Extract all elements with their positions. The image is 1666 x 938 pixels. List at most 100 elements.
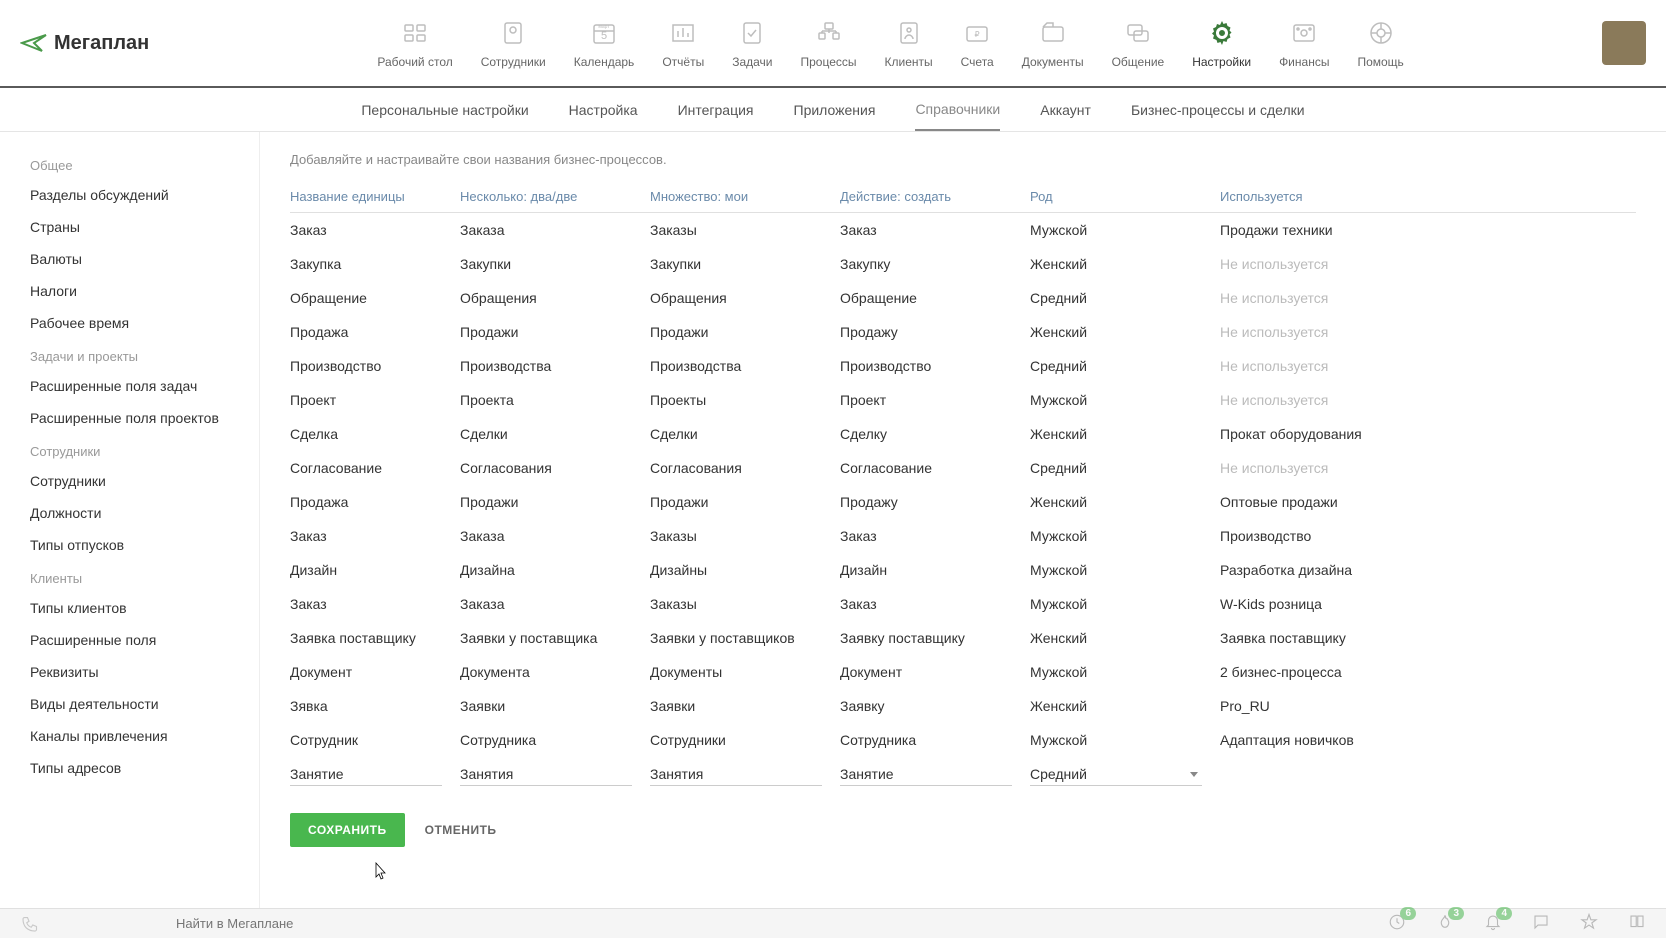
col-Действие: создать[interactable]: Действие: создать — [840, 189, 1030, 204]
subtab-Аккаунт[interactable]: Аккаунт — [1040, 90, 1091, 130]
sidebar-item-Расширенные поля[interactable]: Расширенные поля — [0, 624, 259, 656]
edit-cell[interactable]: Занятия — [650, 766, 822, 786]
edit-cell[interactable] — [1220, 775, 1362, 778]
edit-cell[interactable]: Занятия — [460, 766, 632, 786]
sidebar-item-Виды деятельности[interactable]: Виды деятельности — [0, 688, 259, 720]
chat-icon[interactable] — [1532, 913, 1550, 934]
sidebar-item-Расширенные поля проектов[interactable]: Расширенные поля проектов — [0, 402, 259, 434]
page-description: Добавляйте и настраивайте свои названия … — [290, 152, 1636, 167]
cell: Заказ — [840, 596, 1030, 612]
table-row[interactable]: ЗаказЗаказаЗаказыЗаказМужскойПроизводств… — [290, 519, 1636, 553]
cancel-button[interactable]: ОТМЕНИТЬ — [425, 823, 497, 837]
sidebar-item-Типы адресов[interactable]: Типы адресов — [0, 752, 259, 784]
col-Используется[interactable]: Используется — [1220, 189, 1380, 204]
nav-Счета[interactable]: ₽Счета — [947, 17, 1008, 69]
nav-Отчёты[interactable]: Отчёты — [648, 17, 718, 69]
fire-icon[interactable]: 3 — [1436, 913, 1454, 934]
subtab-Интеграция[interactable]: Интеграция — [678, 90, 754, 130]
table-row[interactable]: ДизайнДизайнаДизайныДизайнМужскойРазрабо… — [290, 553, 1636, 587]
nav-Клиенты[interactable]: Клиенты — [871, 17, 947, 69]
table-row[interactable]: ЗаказЗаказаЗаказыЗаказМужскойПродажи тех… — [290, 213, 1636, 247]
star-icon[interactable] — [1580, 913, 1598, 934]
search-box[interactable] — [176, 916, 1116, 931]
sidebar-item-Рабочее время[interactable]: Рабочее время — [0, 307, 259, 339]
bell-icon[interactable]: 4 — [1484, 913, 1502, 934]
phone-icon[interactable] — [20, 916, 36, 932]
nav-Рабочий стол[interactable]: Рабочий стол — [363, 17, 466, 69]
cell: Женский — [1030, 698, 1220, 714]
table-row[interactable]: ЗакупкаЗакупкиЗакупкиЗакупкуЖенскийНе ис… — [290, 247, 1636, 281]
bell-badge: 4 — [1496, 907, 1512, 920]
table-row[interactable]: СогласованиеСогласованияСогласованияСогл… — [290, 451, 1636, 485]
col-Несколько: два/две[interactable]: Несколько: два/две — [460, 189, 650, 204]
sidebar-item-Типы клиентов[interactable]: Типы клиентов — [0, 592, 259, 624]
cell: Женский — [1030, 494, 1220, 510]
sidebar-item-Страны[interactable]: Страны — [0, 211, 259, 243]
col-Название единицы[interactable]: Название единицы — [290, 189, 460, 204]
cell: Заявка поставщику — [1220, 630, 1380, 646]
nav-Общение[interactable]: Общение — [1098, 17, 1179, 69]
sidebar-item-Типы отпусков[interactable]: Типы отпусков — [0, 529, 259, 561]
sidebar-item-Расширенные поля задач[interactable]: Расширенные поля задач — [0, 370, 259, 402]
table-row[interactable]: ЗаказЗаказаЗаказыЗаказМужскойW-Kids розн… — [290, 587, 1636, 621]
subtab-Бизнес-процессы и сделки[interactable]: Бизнес-процессы и сделки — [1131, 90, 1305, 130]
sidebar-item-Должности[interactable]: Должности — [0, 497, 259, 529]
table-row[interactable]: СотрудникСотрудникаСотрудникиСотрудникаМ… — [290, 723, 1636, 757]
sidebar-item-Каналы привлечения[interactable]: Каналы привлечения — [0, 720, 259, 752]
sidebar-item-Налоги[interactable]: Налоги — [0, 275, 259, 307]
table-row[interactable]: Заявка поставщикуЗаявки у поставщикаЗаяв… — [290, 621, 1636, 655]
save-button[interactable]: СОХРАНИТЬ — [290, 813, 405, 847]
table-row[interactable]: ПроектПроектаПроектыПроектМужскойНе испо… — [290, 383, 1636, 417]
cell: Продажи — [650, 324, 840, 340]
edit-cell[interactable]: Средний — [1030, 766, 1202, 786]
table-edit-row[interactable]: Занятие Занятия Занятия Занятие Средний — [290, 757, 1636, 795]
cell: Мужской — [1030, 528, 1220, 544]
sidebar-item-Реквизиты[interactable]: Реквизиты — [0, 656, 259, 688]
nav-icon-10 — [1206, 17, 1238, 49]
sidebar-item-Разделы обсуждений[interactable]: Разделы обсуждений — [0, 179, 259, 211]
sidebar-item-Валюты[interactable]: Валюты — [0, 243, 259, 275]
sidebar-item-Сотрудники[interactable]: Сотрудники — [0, 465, 259, 497]
nav-Процессы[interactable]: Процессы — [787, 17, 871, 69]
table-row[interactable]: ПроизводствоПроизводстваПроизводстваПрои… — [290, 349, 1636, 383]
cell: Зявка — [290, 698, 460, 714]
nav-Помощь[interactable]: Помощь — [1343, 17, 1417, 69]
subtab-Приложения[interactable]: Приложения — [794, 90, 876, 130]
cell: Продажа — [290, 494, 460, 510]
nav-icon-9 — [1122, 17, 1154, 49]
edit-cell[interactable]: Занятие — [290, 766, 442, 786]
table-row[interactable]: ЗявкаЗаявкиЗаявкиЗаявкуЖенскийPro_RU — [290, 689, 1636, 723]
cell: W-Kids розница — [1220, 596, 1380, 612]
search-input[interactable] — [176, 916, 1116, 931]
nav-Финансы[interactable]: Финансы — [1265, 17, 1343, 69]
cell: Заказ — [840, 222, 1030, 238]
book-icon[interactable] — [1628, 913, 1646, 934]
chevron-down-icon — [1190, 772, 1198, 777]
col-Множество: мои[interactable]: Множество: мои — [650, 189, 840, 204]
table-row[interactable]: ПродажаПродажиПродажиПродажуЖенскийНе ис… — [290, 315, 1636, 349]
nav-Настройки[interactable]: Настройки — [1178, 17, 1265, 69]
cell: Документ — [840, 664, 1030, 680]
table-row[interactable]: ОбращениеОбращенияОбращенияОбращениеСред… — [290, 281, 1636, 315]
cell: Сделки — [650, 426, 840, 442]
nav-label: Задачи — [732, 55, 772, 69]
subtab-Настройка[interactable]: Настройка — [569, 90, 638, 130]
col-Род[interactable]: Род — [1030, 189, 1220, 204]
clock-icon[interactable]: 6 — [1388, 913, 1406, 934]
nav-Календарь[interactable]: 5мартКалендарь — [560, 17, 649, 69]
cell: Обращение — [840, 290, 1030, 306]
nav-icon-12 — [1365, 17, 1397, 49]
nav-Документы[interactable]: Документы — [1008, 17, 1098, 69]
cell: Проект — [290, 392, 460, 408]
nav-Сотрудники[interactable]: Сотрудники — [467, 17, 560, 69]
avatar[interactable] — [1602, 21, 1646, 65]
table-row[interactable]: ПродажаПродажиПродажиПродажуЖенскийОптов… — [290, 485, 1636, 519]
cell: Согласование — [290, 460, 460, 476]
logo[interactable]: Мегаплан — [20, 32, 149, 55]
subtab-Персональные настройки[interactable]: Персональные настройки — [361, 90, 528, 130]
subtab-Справочники[interactable]: Справочники — [915, 89, 1000, 131]
nav-Задачи[interactable]: Задачи — [718, 17, 786, 69]
edit-cell[interactable]: Занятие — [840, 766, 1012, 786]
table-row[interactable]: СделкаСделкиСделкиСделкуЖенскийПрокат об… — [290, 417, 1636, 451]
table-row[interactable]: ДокументДокументаДокументыДокументМужско… — [290, 655, 1636, 689]
